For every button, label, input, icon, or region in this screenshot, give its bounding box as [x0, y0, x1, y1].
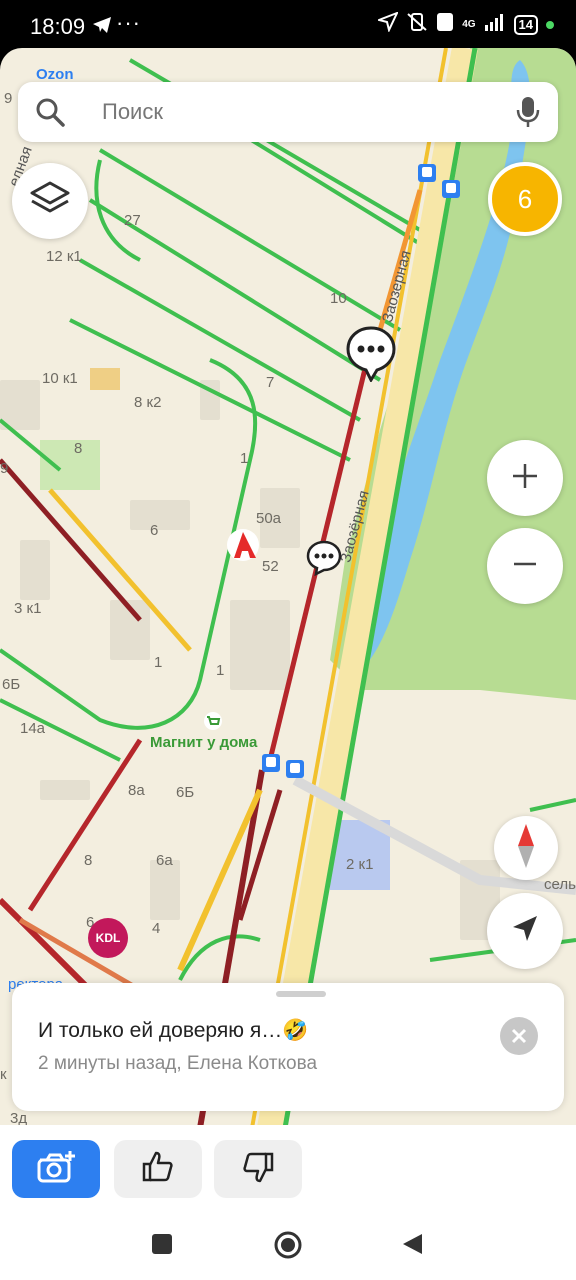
- status-bar: 18:09 ··· 4G 14: [0, 0, 576, 52]
- close-icon: [511, 1028, 527, 1044]
- map-label: 10: [330, 290, 347, 307]
- zoom-in-button[interactable]: [487, 440, 563, 516]
- navigation-arrow-icon: [509, 913, 541, 950]
- map-label: 12 к1: [46, 248, 82, 265]
- map-label: 9: [0, 460, 9, 477]
- plus-icon: [510, 461, 540, 496]
- battery-indicator: 14: [513, 14, 538, 35]
- traffic-score-badge[interactable]: 6: [488, 162, 562, 236]
- event-comment-text: И только ей доверяю я…🤣: [38, 1019, 309, 1042]
- dislike-button[interactable]: [214, 1140, 302, 1198]
- compass-button[interactable]: [494, 816, 558, 880]
- signal-icon: [484, 13, 506, 36]
- compass-icon: [514, 822, 538, 875]
- map-label: 10 к1: [42, 370, 78, 387]
- map-label: 9: [4, 90, 13, 107]
- system-nav-bar: [0, 1210, 576, 1280]
- map-label: 27: [124, 212, 141, 229]
- map-label: 6Б: [2, 676, 21, 693]
- road-chat-bubble-icon[interactable]: [306, 540, 342, 581]
- map-label: 1: [240, 450, 249, 467]
- map-label: 7: [266, 374, 275, 391]
- kdl-clinic-icon[interactable]: KDL: [88, 918, 128, 958]
- road-chat-bubble-icon[interactable]: [346, 326, 396, 387]
- magnit-store-icon[interactable]: [204, 712, 222, 735]
- map-label: 8: [74, 440, 83, 457]
- map-poi-magnit[interactable]: Магнит у дома: [150, 734, 257, 751]
- map-label: 8а: [128, 782, 145, 799]
- close-card-button[interactable]: [500, 1017, 538, 1055]
- network-type: 4G: [462, 18, 476, 30]
- map-label: 4: [152, 920, 161, 937]
- home-icon[interactable]: [273, 1230, 303, 1265]
- vibrate-off-icon: [406, 12, 428, 37]
- status-time: 18:09: [30, 14, 86, 39]
- road-event-card[interactable]: И только ей доверяю я…🤣 2 минуты назад, …: [12, 983, 564, 1111]
- zoom-out-button[interactable]: [487, 528, 563, 604]
- map-label: 52: [262, 558, 279, 575]
- bus-stop-icon[interactable]: [442, 180, 460, 203]
- back-icon[interactable]: [400, 1232, 424, 1261]
- thumbs-down-icon: [241, 1150, 275, 1189]
- gas-station-icon[interactable]: [226, 528, 260, 567]
- bus-stop-icon[interactable]: [286, 760, 304, 783]
- recents-icon[interactable]: [150, 1232, 174, 1261]
- privacy-dot-icon: [546, 20, 554, 29]
- map-label: 6Б: [176, 784, 195, 801]
- search-bar[interactable]: Поиск: [18, 82, 558, 142]
- search-input[interactable]: Поиск: [102, 99, 163, 125]
- camera-plus-icon: [36, 1150, 76, 1189]
- bus-stop-icon[interactable]: [262, 754, 280, 777]
- my-location-button[interactable]: [487, 893, 563, 969]
- microphone-icon[interactable]: [516, 96, 540, 133]
- layers-icon: [28, 179, 72, 224]
- map-label: 6а: [156, 852, 173, 869]
- volte-icon: [436, 12, 454, 37]
- map-label: 6: [150, 522, 159, 539]
- map-label: 1: [216, 662, 225, 679]
- map-label: сель: [544, 876, 576, 893]
- map-label: 3 к1: [14, 600, 42, 617]
- add-photo-button[interactable]: [12, 1140, 100, 1198]
- more-notifications-icon: ···: [116, 10, 141, 35]
- map-label: к: [0, 1066, 7, 1083]
- minus-icon: [510, 549, 540, 584]
- like-button[interactable]: [114, 1140, 202, 1198]
- map-label: 8: [84, 852, 93, 869]
- map-poi-ozon[interactable]: Ozon: [36, 66, 74, 83]
- drag-handle[interactable]: [276, 991, 326, 997]
- event-meta: 2 минуты назад, Елена Коткова: [38, 1053, 318, 1074]
- map-label: 1: [154, 654, 163, 671]
- map-label: 14а: [20, 720, 46, 737]
- location-arrow-icon: [375, 11, 400, 37]
- map-label: 50а: [256, 510, 282, 527]
- telegram-icon: [92, 16, 112, 39]
- layers-button[interactable]: [12, 163, 88, 239]
- map-label: 8 к2: [134, 394, 162, 411]
- map-label: 2 к1: [346, 856, 374, 873]
- thumbs-up-icon: [141, 1150, 175, 1189]
- bus-stop-icon[interactable]: [418, 164, 436, 187]
- search-icon: [34, 96, 66, 133]
